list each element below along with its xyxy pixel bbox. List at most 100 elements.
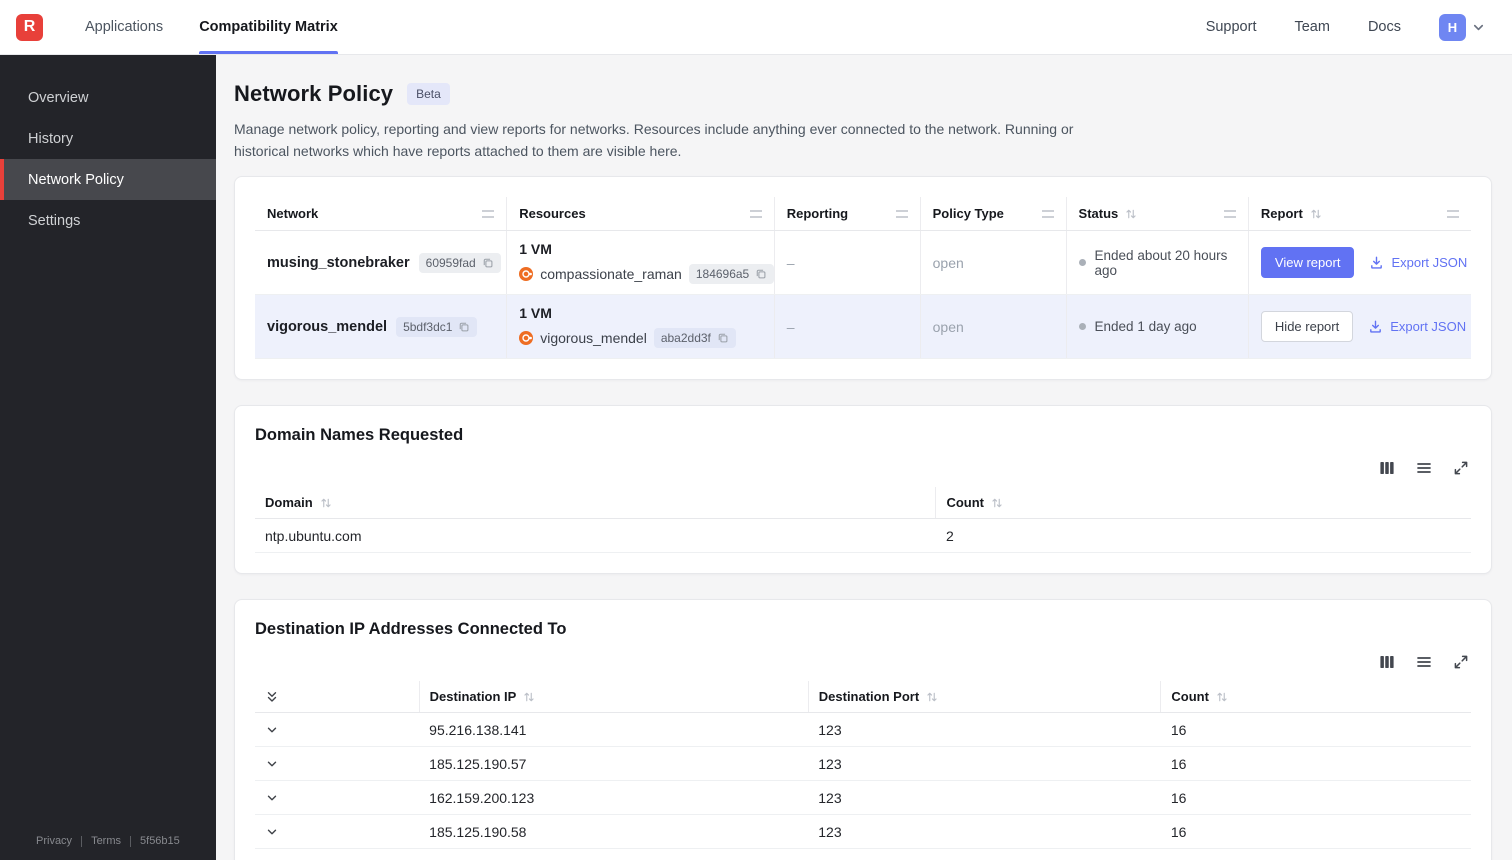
row-expand-chevron-icon[interactable] <box>265 757 279 771</box>
terms-link[interactable]: Terms <box>91 835 121 847</box>
hide-report-button[interactable]: Hide report <box>1260 311 1354 343</box>
download-icon <box>1368 319 1383 334</box>
resource-count: 1 VM <box>519 305 552 322</box>
copy-icon[interactable] <box>458 321 470 333</box>
fullscreen-icon[interactable] <box>1453 654 1469 670</box>
divider <box>130 835 132 847</box>
domain-row: ntp.ubuntu.com 2 <box>255 518 1471 554</box>
resource-name: vigorous_mendel <box>540 330 647 347</box>
sort-icon[interactable] <box>1310 208 1322 220</box>
row-expand-chevron-icon[interactable] <box>265 825 279 839</box>
column-resize-handle[interactable] <box>1223 209 1236 218</box>
column-header-report[interactable]: Report <box>1248 197 1471 232</box>
destination-ip-value: 162.159.200.123 <box>419 780 809 816</box>
domains-table: Domain Count ntp.ubuntu.com 2 <box>255 487 1471 554</box>
column-header-status[interactable]: Status <box>1066 197 1249 232</box>
policy-type-value: open <box>920 230 1067 296</box>
destination-port-value: 123 <box>808 780 1161 816</box>
fullscreen-icon[interactable] <box>1453 460 1469 476</box>
column-label: Reporting <box>786 206 849 222</box>
page-title: Network Policy <box>234 81 394 106</box>
density-icon[interactable] <box>1416 460 1432 476</box>
column-label: Network <box>267 206 319 222</box>
count-value: 16 <box>1160 712 1471 748</box>
sort-icon[interactable] <box>320 497 332 509</box>
column-label: Status <box>1078 206 1119 222</box>
avatar[interactable]: H <box>1439 13 1466 41</box>
column-header-destination-port[interactable]: Destination Port <box>808 681 1162 714</box>
copy-icon[interactable] <box>482 257 494 269</box>
privacy-link[interactable]: Privacy <box>36 835 72 847</box>
sidebar-item-settings[interactable]: Settings <box>0 200 216 241</box>
column-resize-handle[interactable] <box>1041 209 1054 218</box>
column-resize-handle[interactable] <box>895 209 908 218</box>
column-label: Resources <box>519 206 586 222</box>
columns-icon[interactable] <box>1379 654 1395 670</box>
column-label: Count <box>946 495 984 511</box>
network-id: 5bdf3dc1 <box>403 319 453 334</box>
primary-nav: Applications Compatibility Matrix <box>85 0 374 54</box>
expand-all-icon[interactable] <box>265 690 279 704</box>
nav-link-docs[interactable]: Docs <box>1368 19 1401 35</box>
resource-os-icon <box>519 331 534 346</box>
app-logo[interactable]: R <box>16 13 43 41</box>
row-expand-chevron-icon[interactable] <box>265 723 279 737</box>
chevron-down-icon[interactable] <box>1471 20 1486 35</box>
destination-ip-value: 185.125.190.57 <box>419 746 809 782</box>
destination-port-value: 123 <box>808 746 1161 782</box>
table-toolbar <box>255 654 1469 670</box>
copy-icon[interactable] <box>755 268 767 280</box>
column-resize-handle[interactable] <box>482 209 495 218</box>
destination-port-value: 123 <box>808 712 1161 748</box>
export-json-link[interactable]: Export JSON <box>1369 255 1467 270</box>
export-json-label: Export JSON <box>1390 319 1467 335</box>
destinations-card-title: Destination IP Addresses Connected To <box>255 620 567 639</box>
divider <box>81 835 83 847</box>
column-header-count[interactable]: Count <box>935 487 1471 520</box>
sidebar-item-network-policy[interactable]: Network Policy <box>0 159 216 200</box>
domains-card: Domain Names Requested Domain Count ntp.… <box>234 405 1492 575</box>
column-header-resources[interactable]: Resources <box>506 197 775 232</box>
sort-icon[interactable] <box>1216 691 1228 703</box>
sort-icon[interactable] <box>1125 208 1137 220</box>
column-label: Domain <box>265 495 313 511</box>
column-header-expand-all <box>255 681 420 714</box>
column-resize-handle[interactable] <box>749 209 762 218</box>
sidebar-item-history[interactable]: History <box>0 118 216 159</box>
column-label: Destination IP <box>429 689 517 705</box>
destination-row: 95.216.100.21 123 16 <box>255 848 1471 860</box>
columns-icon[interactable] <box>1379 460 1395 476</box>
resource-id-chip: aba2dd3f <box>653 328 736 349</box>
column-header-reporting[interactable]: Reporting <box>774 197 921 232</box>
nav-tab-compatibility-matrix[interactable]: Compatibility Matrix <box>199 0 338 54</box>
column-header-policy-type[interactable]: Policy Type <box>920 197 1067 232</box>
column-label: Count <box>1171 689 1209 705</box>
column-resize-handle[interactable] <box>1447 209 1459 218</box>
user-menu[interactable]: H <box>1439 13 1486 41</box>
row-expand-chevron-icon[interactable] <box>265 791 279 805</box>
density-icon[interactable] <box>1416 654 1432 670</box>
destination-row: 185.125.190.57 123 16 <box>255 746 1471 782</box>
nav-link-team[interactable]: Team <box>1294 19 1329 35</box>
sort-icon[interactable] <box>991 497 1003 509</box>
nav-link-support[interactable]: Support <box>1206 19 1257 35</box>
destination-port-value: 123 <box>808 848 1161 860</box>
export-json-link[interactable]: Export JSON <box>1368 319 1466 334</box>
sidebar-item-overview[interactable]: Overview <box>0 77 216 118</box>
column-header-network[interactable]: Network <box>255 197 508 232</box>
network-id-chip: 60959fad <box>418 252 501 273</box>
resource-id: aba2dd3f <box>660 331 711 346</box>
column-header-count[interactable]: Count <box>1160 681 1471 714</box>
destination-ip-value: 185.125.190.58 <box>419 814 809 850</box>
sort-icon[interactable] <box>523 691 535 703</box>
column-header-destination-ip[interactable]: Destination IP <box>419 681 809 714</box>
resource-os-icon <box>519 267 534 282</box>
sidebar-item-label: Network Policy <box>28 171 124 188</box>
view-report-button[interactable]: View report <box>1260 247 1355 279</box>
copy-icon[interactable] <box>717 332 729 344</box>
policy-type-value: open <box>920 294 1067 360</box>
nav-tab-applications[interactable]: Applications <box>85 0 163 54</box>
resource-id: 184696a5 <box>695 267 750 282</box>
column-header-domain[interactable]: Domain <box>255 487 937 520</box>
sort-icon[interactable] <box>926 691 938 703</box>
